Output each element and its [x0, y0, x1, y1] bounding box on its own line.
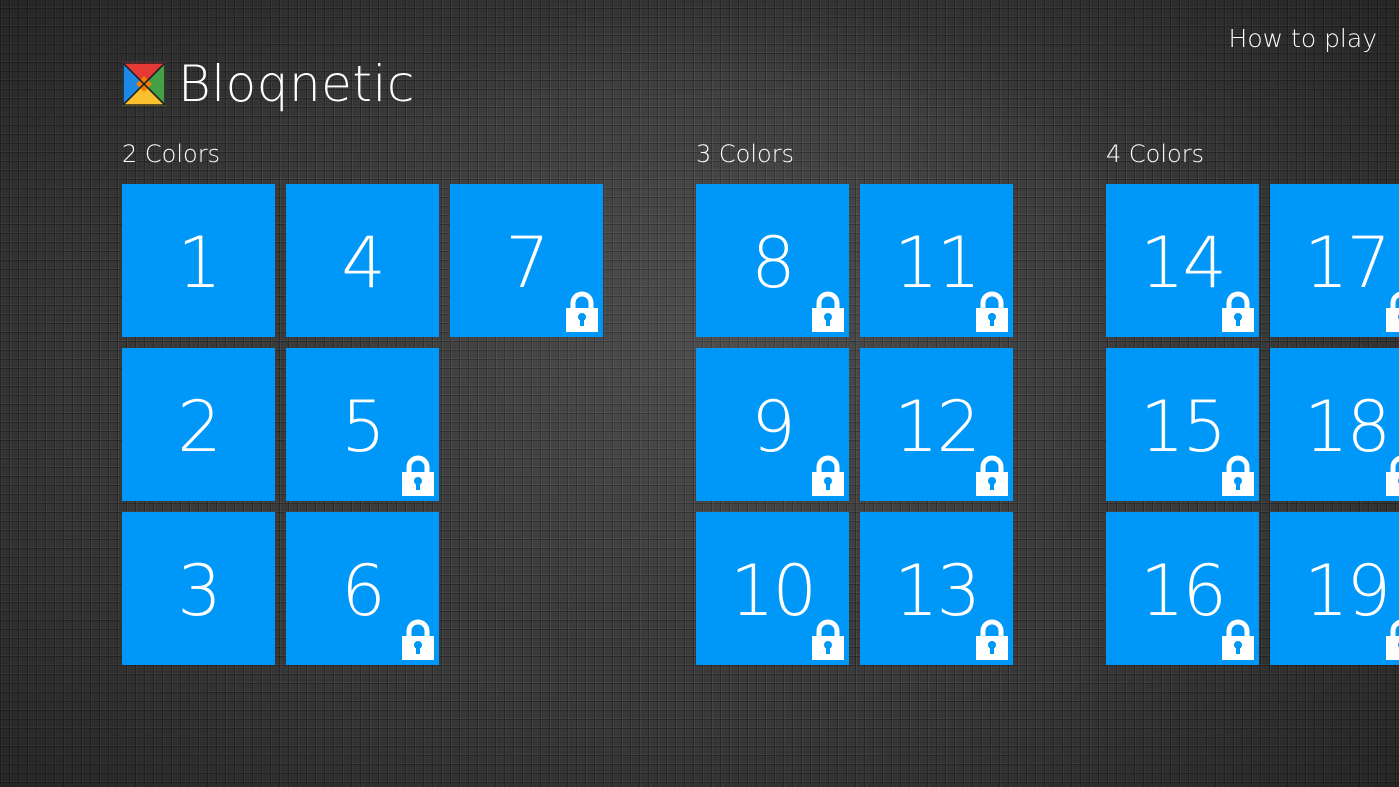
level-tile-10[interactable]: 10	[696, 512, 849, 665]
level-number: 2	[177, 386, 222, 468]
level-tile-19[interactable]: 19	[1270, 512, 1399, 665]
lock-icon	[1386, 455, 1399, 496]
level-tile-1[interactable]: 1	[122, 184, 275, 337]
level-number: 1	[177, 222, 222, 304]
lock-icon	[402, 455, 434, 496]
lock-icon	[976, 619, 1008, 660]
app-title: Bloqnetic	[178, 55, 415, 113]
level-tile-8[interactable]: 8	[696, 184, 849, 337]
group-label: 2 Colors	[122, 140, 221, 168]
lock-icon	[812, 619, 844, 660]
app-header: Bloqnetic	[122, 54, 415, 114]
lock-icon	[976, 455, 1008, 496]
level-number: 18	[1303, 386, 1391, 468]
lock-icon	[566, 291, 598, 332]
level-tile-11[interactable]: 11	[860, 184, 1013, 337]
level-tile-15[interactable]: 15	[1106, 348, 1259, 501]
group-3-colors: 3 Colors 8 9 10 11 12 13	[696, 138, 1013, 665]
group-label: 4 Colors	[1106, 140, 1205, 168]
bloqnetic-logo-icon	[122, 62, 166, 106]
level-number: 17	[1303, 222, 1391, 304]
level-tile-4[interactable]: 4	[286, 184, 439, 337]
level-tile-13[interactable]: 13	[860, 512, 1013, 665]
level-number: 4	[341, 222, 386, 304]
lock-icon	[812, 455, 844, 496]
level-number: 19	[1303, 550, 1391, 632]
level-tile-3[interactable]: 3	[122, 512, 275, 665]
level-tile-12[interactable]: 12	[860, 348, 1013, 501]
level-tile-18[interactable]: 18	[1270, 348, 1399, 501]
lock-icon	[1222, 291, 1254, 332]
how-to-play-link[interactable]: How to play	[1229, 24, 1377, 53]
lock-icon	[1222, 619, 1254, 660]
level-tile-2[interactable]: 2	[122, 348, 275, 501]
level-tile-5[interactable]: 5	[286, 348, 439, 501]
lock-icon	[402, 619, 434, 660]
level-tile-9[interactable]: 9	[696, 348, 849, 501]
level-number: 3	[177, 550, 222, 632]
lock-icon	[1386, 291, 1399, 332]
level-tile-17[interactable]: 17	[1270, 184, 1399, 337]
lock-icon	[976, 291, 1008, 332]
level-tile-7[interactable]: 7	[450, 184, 603, 337]
group-4-colors: 4 Colors 14 15 16 17 18 19	[1106, 138, 1399, 665]
lock-icon	[1386, 619, 1399, 660]
lock-icon	[1222, 455, 1254, 496]
lock-icon	[812, 291, 844, 332]
level-tile-16[interactable]: 16	[1106, 512, 1259, 665]
level-tile-6[interactable]: 6	[286, 512, 439, 665]
level-tile-14[interactable]: 14	[1106, 184, 1259, 337]
group-2-colors: 2 Colors 1 2 3 4 5 6 7	[122, 138, 603, 665]
group-label: 3 Colors	[696, 140, 795, 168]
